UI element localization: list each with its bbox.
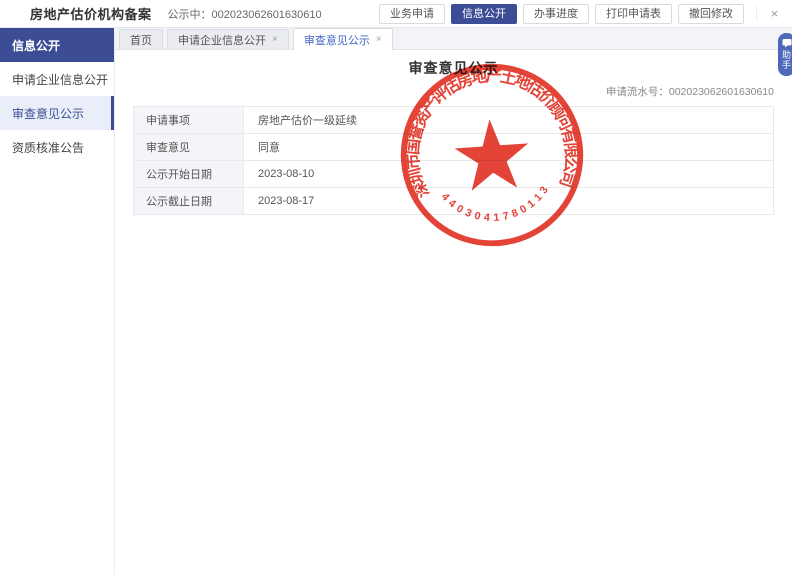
row-label: 公示开始日期	[134, 161, 244, 187]
sidebar: 信息公开 申请企业信息公开 审查意见公示 资质核准公告	[0, 28, 115, 575]
row-value: 同意	[244, 134, 773, 160]
tab-review-opinion[interactable]: 审查意见公示 ×	[293, 28, 393, 50]
sidebar-item-enterprise-info[interactable]: 申请企业信息公开	[0, 62, 114, 96]
progress-button[interactable]: 办事进度	[523, 4, 589, 24]
tab-close-icon[interactable]: ×	[376, 34, 382, 45]
application-serial: 申请流水号：002023062601630610	[115, 84, 792, 99]
print-application-button[interactable]: 打印申请表	[595, 4, 672, 24]
row-value: 2023-08-17	[244, 188, 773, 214]
withdraw-modify-button[interactable]: 撤回修改	[678, 4, 744, 24]
tab-enterprise-info-label: 申请企业信息公开	[178, 32, 266, 48]
page-title: 审查意见公示	[115, 58, 792, 78]
status-value: 002023062601630610	[212, 9, 322, 21]
main-area: 首页 申请企业信息公开 × 审查意见公示 × 审查意见公示 申请流水号：0020…	[115, 28, 792, 575]
top-nav-buttons: 业务申请 信息公开 办事进度 打印申请表 撤回修改 ×	[379, 4, 780, 24]
close-icon[interactable]: ×	[756, 6, 780, 21]
row-label: 公示截止日期	[134, 188, 244, 214]
sidebar-title: 信息公开	[0, 28, 114, 62]
serial-value: 002023062601630610	[669, 86, 774, 98]
table-row: 公示开始日期 2023-08-10	[134, 161, 773, 188]
row-value: 2023-08-10	[244, 161, 773, 187]
assistant-label: 助手	[782, 50, 792, 70]
chat-bubble-icon	[782, 38, 792, 48]
tab-close-icon[interactable]: ×	[272, 34, 278, 45]
app-window: 房地产估价机构备案 公示中：002023062601630610 业务申请 信息…	[0, 0, 792, 575]
info-disclosure-button[interactable]: 信息公开	[451, 4, 517, 24]
business-apply-button[interactable]: 业务申请	[379, 4, 445, 24]
tab-review-opinion-label: 审查意见公示	[304, 32, 370, 48]
sidebar-item-review-opinion[interactable]: 审查意见公示	[0, 96, 114, 130]
row-label: 审查意见	[134, 134, 244, 160]
serial-label: 申请流水号：	[606, 86, 669, 98]
table-row: 申请事项 房地产估价一级延续	[134, 107, 773, 134]
content-panel: 审查意见公示 申请流水号：002023062601630610 申请事项 房地产…	[115, 50, 792, 575]
assistant-button[interactable]: 助手	[778, 33, 792, 76]
tab-home-label: 首页	[130, 32, 152, 48]
review-detail-table: 申请事项 房地产估价一级延续 审查意见 同意 公示开始日期 2023-08-10…	[133, 106, 774, 215]
app-title: 房地产估价机构备案	[30, 4, 152, 23]
publicity-status: 公示中：002023062601630610	[168, 6, 322, 22]
status-label: 公示中：	[168, 9, 212, 21]
tab-enterprise-info[interactable]: 申请企业信息公开 ×	[167, 29, 289, 49]
sidebar-item-qualification-notice[interactable]: 资质核准公告	[0, 130, 114, 164]
table-row: 公示截止日期 2023-08-17	[134, 188, 773, 215]
row-value: 房地产估价一级延续	[244, 107, 773, 133]
top-header-bar: 房地产估价机构备案 公示中：002023062601630610 业务申请 信息…	[0, 0, 792, 28]
table-row: 审查意见 同意	[134, 134, 773, 161]
tab-home[interactable]: 首页	[119, 29, 163, 49]
row-label: 申请事项	[134, 107, 244, 133]
tab-bar: 首页 申请企业信息公开 × 审查意见公示 ×	[115, 28, 792, 50]
